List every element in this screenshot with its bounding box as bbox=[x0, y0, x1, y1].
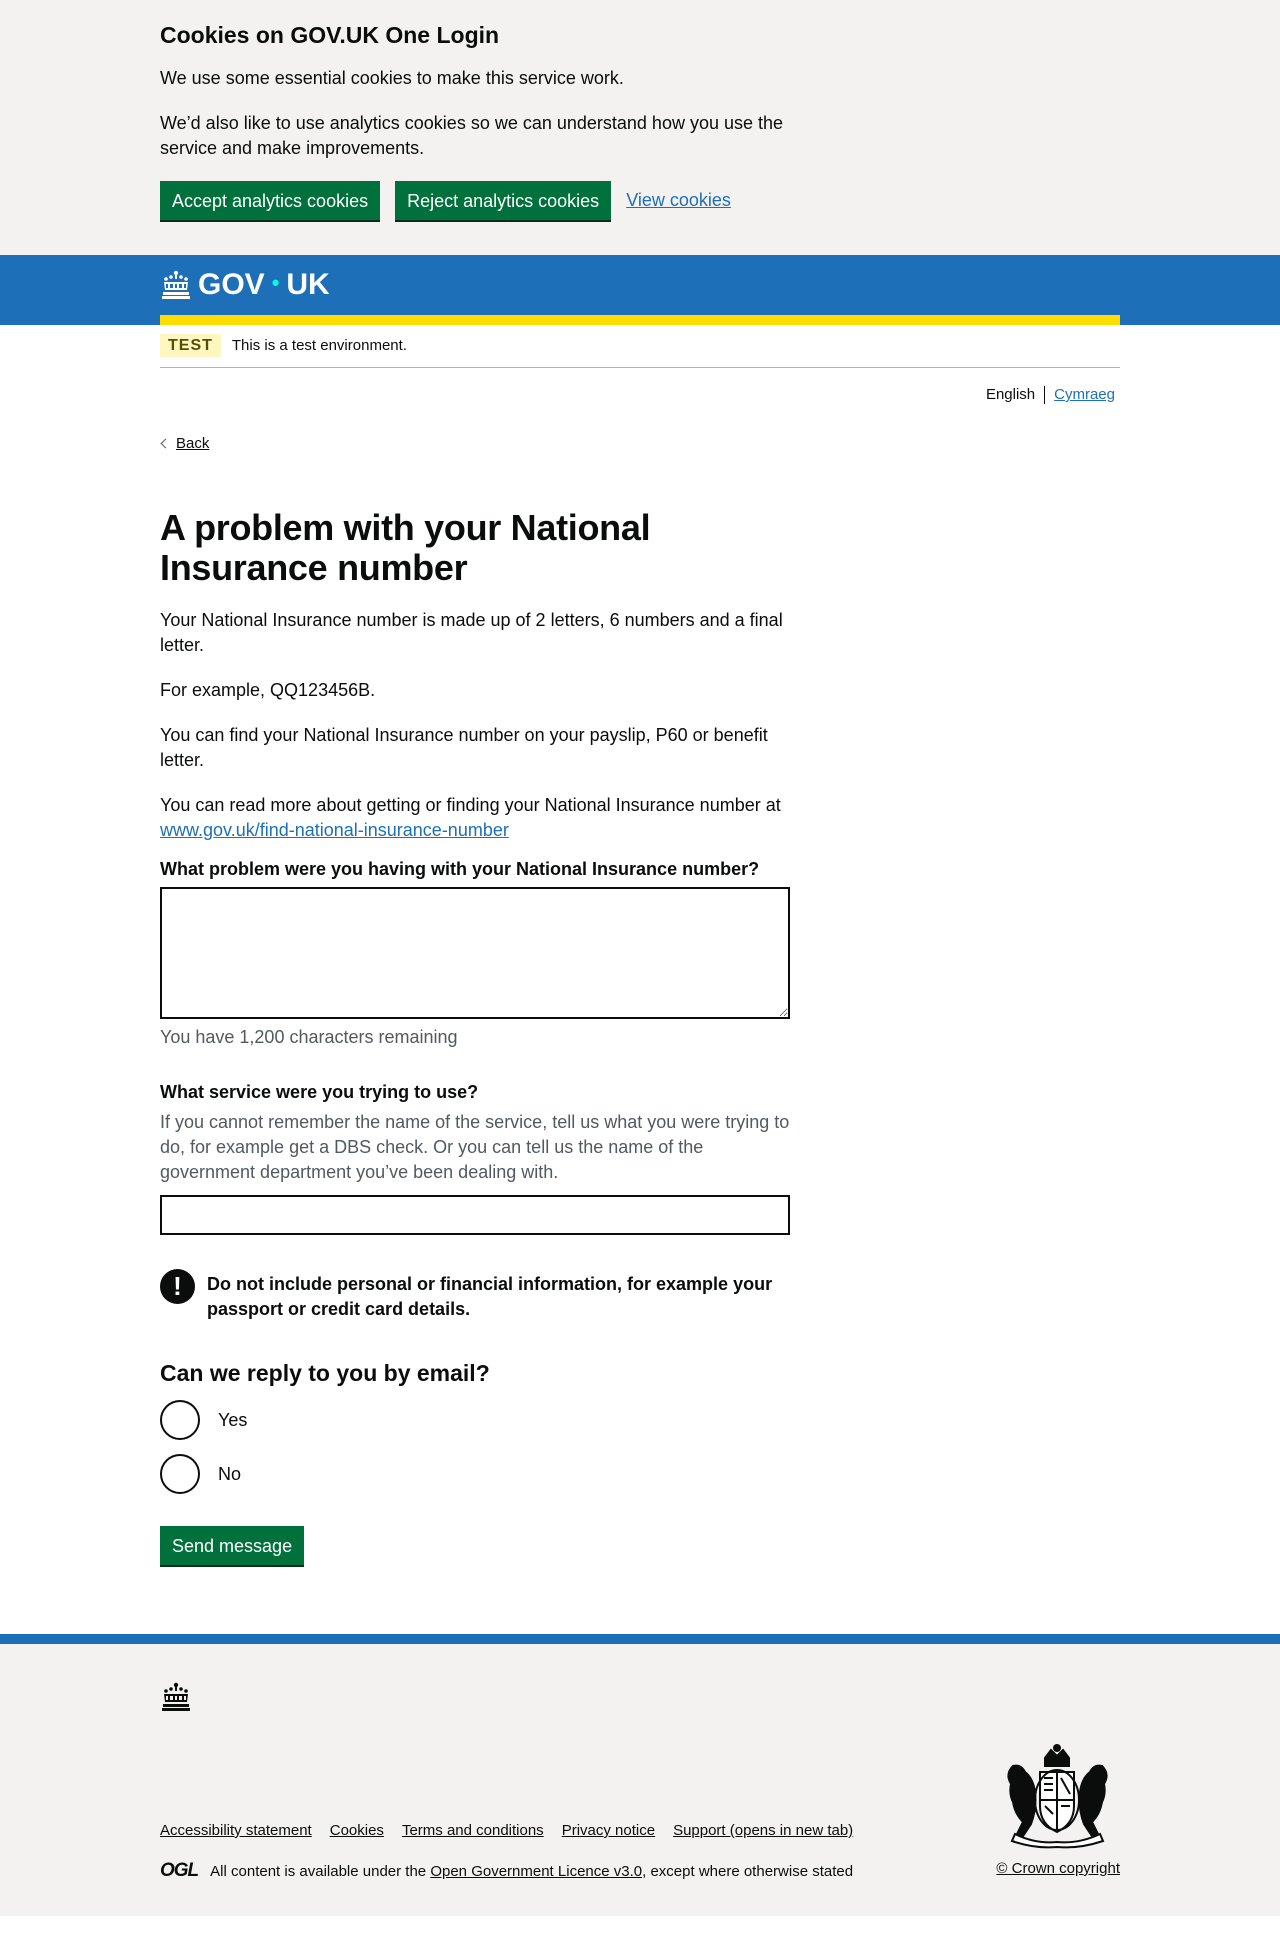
send-message-button[interactable]: Send message bbox=[160, 1526, 305, 1565]
site-header: GOV • UK bbox=[0, 255, 1280, 325]
page-title: A problem with your National Insurance n… bbox=[160, 507, 651, 588]
reply-question: Can we reply to you by email? bbox=[160, 1360, 490, 1386]
back-label: Back bbox=[176, 435, 210, 452]
radio-no-label[interactable]: No bbox=[218, 1464, 241, 1485]
service-input[interactable] bbox=[160, 1195, 790, 1235]
site-footer: Accessibility statement Cookies Terms an… bbox=[0, 1634, 1280, 1916]
footer-link-support[interactable]: Support (opens in new tab) bbox=[673, 1822, 853, 1839]
nino-read-more-prefix: You can read more about getting or findi… bbox=[160, 795, 781, 815]
header-yellow-bar bbox=[160, 315, 1120, 325]
main-content: A problem with your National Insurance n… bbox=[160, 508, 790, 1565]
nino-read-more-text: You can read more about getting or findi… bbox=[160, 793, 790, 843]
licence-suffix: , except where otherwise stated bbox=[642, 1862, 854, 1880]
cookie-banner: Cookies on GOV.UK One Login We use some … bbox=[0, 0, 1280, 255]
radio-no[interactable]: No bbox=[160, 1454, 790, 1494]
chevron-left-icon bbox=[160, 438, 171, 449]
accept-analytics-cookies-button[interactable]: Accept analytics cookies bbox=[160, 181, 381, 220]
ogl-logo-icon: OGL bbox=[160, 1860, 199, 1881]
warning-text-block: ! Do not include personal or financial i… bbox=[160, 1269, 790, 1322]
licence-text: All content is available under the Open … bbox=[210, 1863, 853, 1880]
radio-no-circle[interactable] bbox=[160, 1454, 200, 1494]
language-separator bbox=[1044, 386, 1046, 404]
service-label: What service were you trying to use? bbox=[160, 1082, 479, 1102]
radio-yes-label[interactable]: Yes bbox=[218, 1410, 247, 1431]
govuk-logo-link[interactable]: GOV • UK bbox=[160, 255, 1120, 302]
nino-example-text: For example, QQ123456B. bbox=[160, 680, 376, 700]
logo-text-uk: UK bbox=[286, 268, 330, 301]
footer-crown-icon bbox=[162, 1682, 190, 1711]
phase-text: This is a test environment. bbox=[231, 337, 407, 354]
view-cookies-link[interactable]: View cookies bbox=[626, 190, 731, 211]
footer-link-cookies[interactable]: Cookies bbox=[330, 1822, 384, 1839]
problem-label: What problem were you having with your N… bbox=[160, 859, 760, 879]
problem-textarea[interactable] bbox=[160, 887, 790, 1019]
logo-dot: • bbox=[271, 270, 280, 295]
footer-link-accessibility[interactable]: Accessibility statement bbox=[160, 1822, 312, 1839]
nino-format-text: Your National Insurance number is made u… bbox=[160, 610, 783, 655]
cookie-banner-analytics-text: We’d also like to use analytics cookies … bbox=[160, 113, 784, 158]
radio-yes[interactable]: Yes bbox=[160, 1400, 790, 1440]
language-welsh-link[interactable]: Cymraeg bbox=[1054, 386, 1115, 404]
licence-prefix: All content is available under the bbox=[210, 1862, 427, 1880]
footer-links: Accessibility statement Cookies Terms an… bbox=[160, 1822, 853, 1839]
character-counter: You have 1,200 characters remaining bbox=[160, 1027, 458, 1047]
reject-analytics-cookies-button[interactable]: Reject analytics cookies bbox=[395, 181, 612, 220]
phase-banner: TEST This is a test environment. bbox=[160, 325, 1120, 368]
find-nino-link[interactable]: www.gov.uk/find-national-insurance-numbe… bbox=[160, 820, 509, 840]
cookie-banner-title: Cookies on GOV.UK One Login bbox=[160, 22, 500, 48]
logo-text-gov: GOV bbox=[198, 268, 265, 301]
language-toggle: English Cymraeg bbox=[160, 386, 1120, 404]
nino-where-text: You can find your National Insurance num… bbox=[160, 725, 768, 770]
service-hint: If you cannot remember the name of the s… bbox=[160, 1112, 790, 1182]
warning-icon: ! bbox=[160, 1269, 195, 1304]
cookie-actions: Accept analytics cookies Reject analytic… bbox=[160, 181, 1120, 220]
crown-icon bbox=[162, 270, 190, 299]
back-link[interactable]: Back bbox=[160, 435, 209, 452]
language-english: English bbox=[985, 386, 1036, 403]
cookie-banner-essential-text: We use some essential cookies to make th… bbox=[160, 68, 624, 88]
licence-link[interactable]: Open Government Licence v3.0 bbox=[430, 1863, 642, 1880]
phase-tag: TEST bbox=[160, 334, 221, 357]
warning-text: Do not include personal or financial inf… bbox=[207, 1274, 773, 1319]
licence-block: OGL All content is available under the O… bbox=[160, 1860, 853, 1882]
footer-link-terms[interactable]: Terms and conditions bbox=[402, 1822, 544, 1839]
crown-copyright-link[interactable]: © Crown copyright bbox=[996, 1860, 1120, 1877]
footer-link-privacy[interactable]: Privacy notice bbox=[562, 1822, 655, 1839]
radio-yes-circle[interactable] bbox=[160, 1400, 200, 1440]
royal-coat-of-arms-icon bbox=[1007, 1744, 1108, 1849]
